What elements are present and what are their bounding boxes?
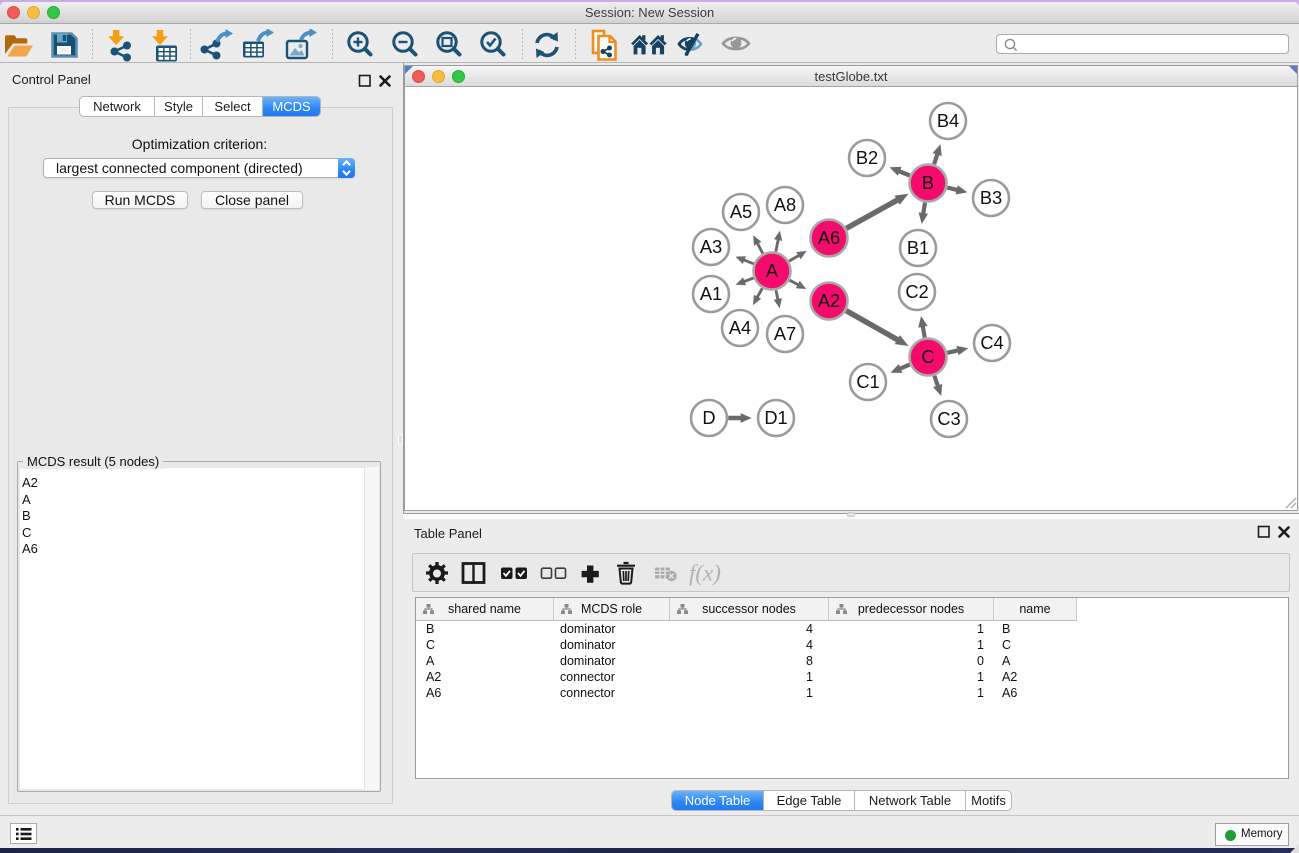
- svg-text:f(x): f(x): [689, 561, 721, 586]
